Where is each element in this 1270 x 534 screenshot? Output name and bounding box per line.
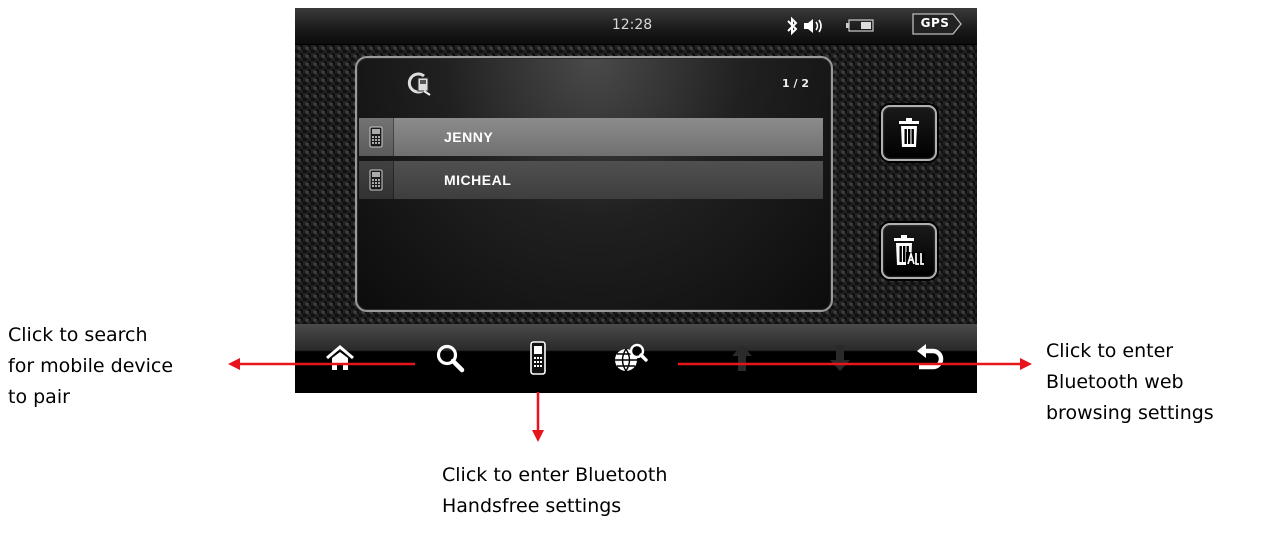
annotation-arrows (228, 358, 1032, 442)
handsfree-annotation: Click to enter Bluetooth Handsfree setti… (442, 464, 668, 517)
web-annotation: Click to enter Bluetooth web browsing se… (1046, 340, 1214, 424)
search-annotation: Click to search for mobile device to pai… (8, 324, 174, 408)
